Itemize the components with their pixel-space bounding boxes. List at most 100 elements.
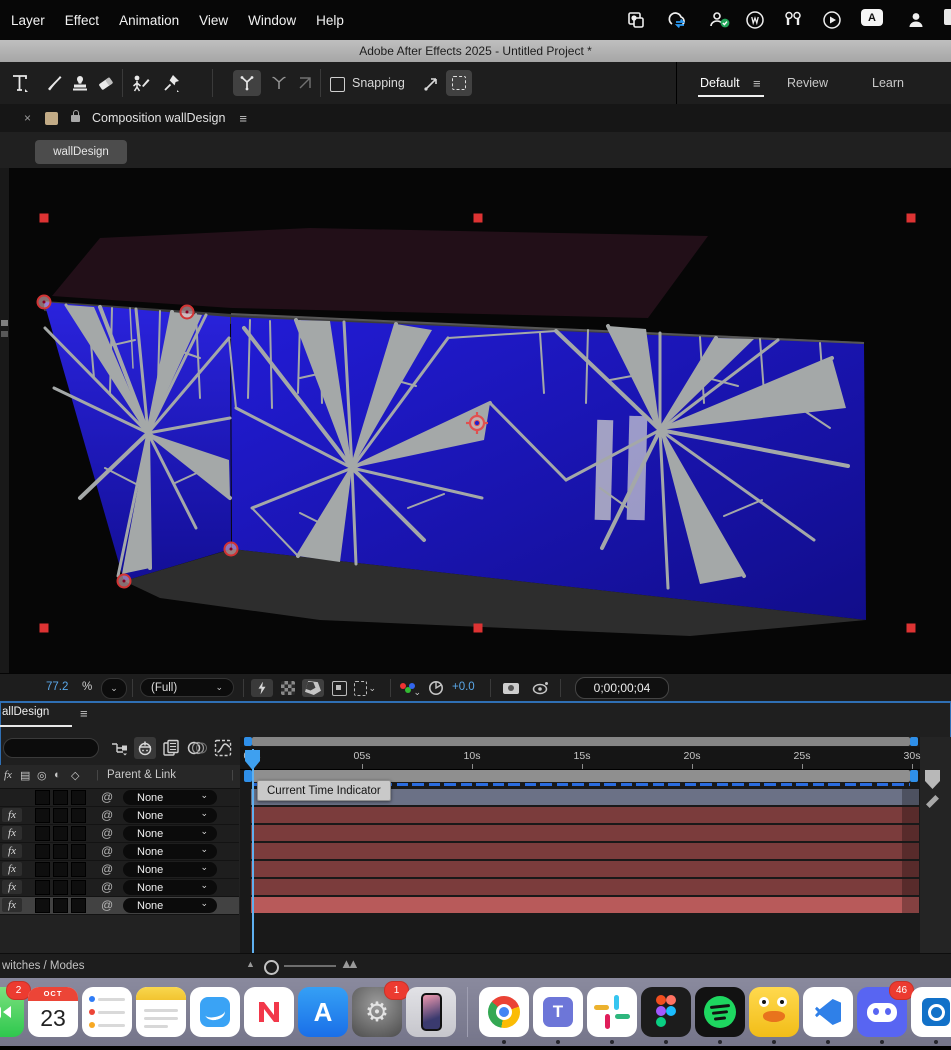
reset-exposure-button[interactable]	[425, 679, 447, 697]
timeline-h-scrollbar[interactable]	[252, 737, 910, 746]
parent-link-dropdown[interactable]: None	[123, 808, 217, 823]
pick-whip-icon[interactable]	[101, 844, 113, 858]
time-ruler[interactable]: 00s 05s 10s 15s 20s 25s 30s	[240, 747, 920, 770]
user-icon[interactable]	[906, 9, 926, 31]
dock-calendar-icon[interactable]: OCT 23	[28, 987, 78, 1037]
channel-button[interactable]: ⌄	[397, 679, 419, 697]
teams-check-icon[interactable]	[708, 9, 732, 31]
switch-box[interactable]	[54, 791, 67, 804]
fx-badge[interactable]: fx	[2, 808, 22, 822]
frame-blend-column-icon[interactable]: ▤	[20, 769, 30, 782]
switch-box[interactable]	[72, 881, 85, 894]
snap-arrow-icon[interactable]	[420, 70, 444, 96]
switch-box[interactable]	[36, 845, 49, 858]
guides-button[interactable]: ⌄	[354, 679, 376, 697]
dock-reminders-icon[interactable]	[82, 987, 132, 1037]
timeline-panel-menu-icon[interactable]: ≡	[80, 706, 88, 721]
puppet-pin-tool[interactable]	[128, 70, 152, 96]
switch-box[interactable]	[36, 791, 49, 804]
dock-teams-icon[interactable]: T	[533, 987, 583, 1037]
layer-duration-bar[interactable]	[251, 825, 919, 841]
timeline-search-input[interactable]	[3, 738, 99, 758]
current-timecode[interactable]: 0;00;00;04	[575, 677, 669, 699]
workspace-tab-learn[interactable]: Learn	[872, 76, 904, 90]
creative-cloud-sync-icon[interactable]	[664, 9, 690, 31]
switch-box[interactable]	[36, 899, 49, 912]
parent-link-dropdown[interactable]: None	[123, 862, 217, 877]
switch-box[interactable]	[54, 845, 67, 858]
timeline-tab-label[interactable]: allDesign	[2, 706, 49, 718]
layer-row[interactable]: fx None	[0, 789, 951, 806]
parent-link-dropdown[interactable]: None	[123, 880, 217, 895]
airpods-icon[interactable]	[780, 9, 806, 31]
zoom-in-mountains-icon[interactable]: ▲▲	[340, 956, 354, 971]
snapshot-button[interactable]	[500, 679, 522, 697]
eraser-tool[interactable]	[94, 70, 118, 96]
type-tool[interactable]	[8, 70, 32, 96]
brush-tool[interactable]	[42, 70, 66, 96]
workspace-tab-default[interactable]: Default	[700, 76, 740, 90]
dock-vscode-icon[interactable]	[803, 987, 853, 1037]
layer-row[interactable]: fx None	[0, 825, 951, 842]
layer-row-controls[interactable]: fx None	[0, 825, 239, 843]
switch-box[interactable]	[72, 863, 85, 876]
dock-notes-icon[interactable]	[136, 987, 186, 1037]
pick-whip-icon[interactable]	[101, 790, 113, 804]
title-bar[interactable]: Adobe After Effects 2025 - Untitled Proj…	[0, 40, 951, 63]
parent-link-dropdown[interactable]: None	[123, 826, 217, 841]
work-area-start-handle[interactable]	[244, 770, 252, 782]
parent-link-column-header[interactable]: Parent & Link	[107, 769, 176, 781]
motion-blur-toggle[interactable]	[186, 737, 208, 759]
clone-stamp-tool[interactable]	[68, 70, 92, 96]
switch-box[interactable]	[72, 899, 85, 912]
play-circle-icon[interactable]	[822, 9, 842, 31]
motion-blur-column-icon[interactable]: ◎	[37, 769, 47, 782]
menu-animation[interactable]: Animation	[119, 13, 179, 28]
threed-layer-column-icon[interactable]: ◇	[71, 769, 79, 782]
switch-box[interactable]	[54, 881, 67, 894]
layer-duration-bar[interactable]	[251, 843, 919, 859]
layer-duration-bar[interactable]	[251, 807, 919, 823]
timeline-zoom-slider-track[interactable]	[284, 965, 336, 967]
view-axis-mode-button[interactable]	[293, 70, 317, 96]
switch-box[interactable]	[54, 827, 67, 840]
layer-row-controls[interactable]: fx None	[0, 789, 239, 807]
current-time-indicator-line[interactable]	[252, 749, 254, 953]
exposure-value[interactable]: +0.0	[452, 681, 475, 693]
workspace-tab-review[interactable]: Review	[787, 76, 828, 90]
outlook-icon[interactable]	[626, 9, 646, 31]
menu-effect[interactable]: Effect	[65, 13, 99, 28]
mask-visibility-button[interactable]	[302, 679, 324, 697]
switch-box[interactable]	[36, 881, 49, 894]
fx-badge[interactable]: fx	[2, 826, 22, 840]
work-area-end-handle[interactable]	[910, 770, 918, 782]
world-axis-mode-button[interactable]	[267, 70, 291, 96]
layer-row[interactable]: fx None	[0, 843, 951, 860]
snapping-checkbox[interactable]	[330, 77, 345, 92]
snap-bounds-button[interactable]	[446, 70, 472, 96]
breadcrumb[interactable]: wallDesign	[35, 140, 127, 164]
timeline-zoom-slider-knob[interactable]	[264, 960, 279, 975]
input-source-badge[interactable]: A	[861, 9, 883, 26]
menu-view[interactable]: View	[199, 13, 228, 28]
pick-whip-icon[interactable]	[101, 880, 113, 894]
pick-whip-icon[interactable]	[101, 808, 113, 822]
switch-box[interactable]	[36, 863, 49, 876]
layer-row[interactable]: fx None	[0, 879, 951, 896]
frame-blending-toggle[interactable]	[160, 737, 182, 759]
dock-settings-icon[interactable]: ⚙ 1	[352, 987, 402, 1037]
pin-tool[interactable]	[160, 70, 184, 96]
panel-menu-icon[interactable]: ≡	[239, 111, 247, 126]
comp-mini-flowchart-icon[interactable]	[108, 737, 130, 759]
dock-chrome-icon[interactable]	[479, 987, 529, 1037]
layer-duration-bar[interactable]	[251, 879, 919, 895]
layer-row-controls[interactable]: fx None	[0, 843, 239, 861]
dock-slack-icon[interactable]	[587, 987, 637, 1037]
dock-appstore-icon[interactable]: A	[298, 987, 348, 1037]
transparency-grid-button[interactable]	[277, 679, 299, 697]
layer-row[interactable]: fx None	[0, 861, 951, 878]
scrollbar-right-cap[interactable]	[910, 737, 918, 746]
switch-box[interactable]	[72, 845, 85, 858]
fx-badge[interactable]: fx	[2, 880, 22, 894]
menu-window[interactable]: Window	[248, 13, 296, 28]
